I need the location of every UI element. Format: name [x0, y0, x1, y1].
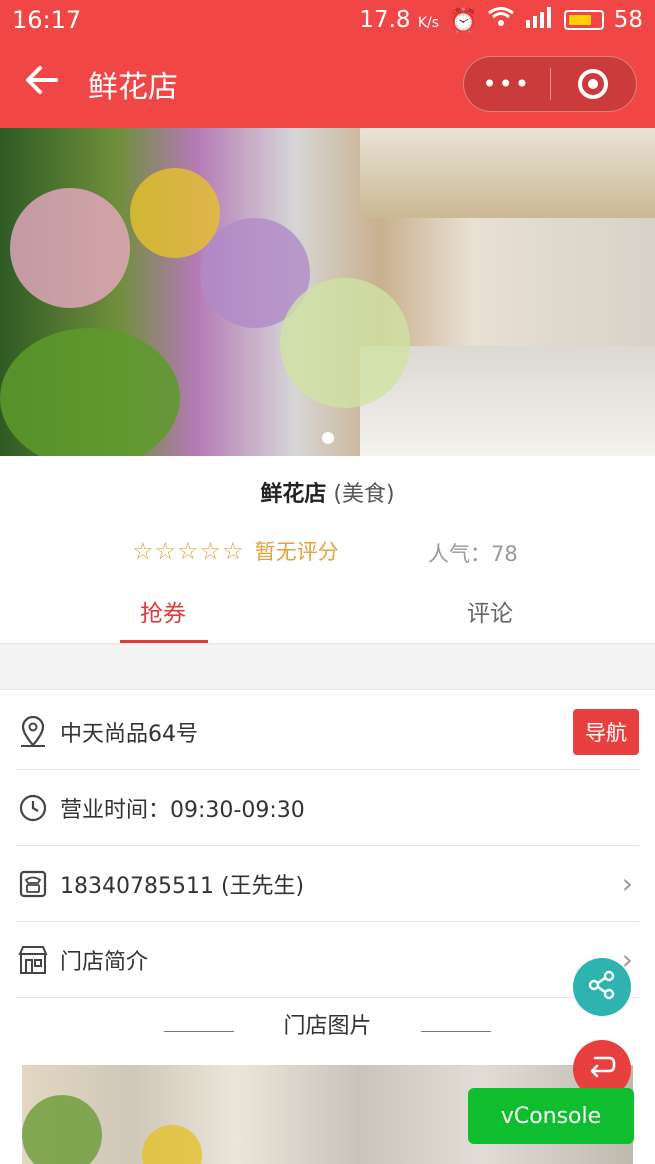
photo-greenery	[22, 1095, 102, 1164]
nav-bar: 鲜花店 •••	[0, 40, 655, 128]
back-arrow-icon[interactable]	[24, 64, 74, 104]
phone-text: 18340785511 (王先生)	[60, 873, 305, 899]
speed-unit: K/s	[417, 15, 440, 31]
navigate-button[interactable]: 导航	[573, 708, 639, 755]
popularity: 人气：78	[428, 542, 518, 566]
address-text: 中天尚品64号	[60, 721, 198, 747]
status-time: 16:17	[12, 6, 82, 34]
close-target-icon[interactable]	[551, 69, 637, 99]
shop-category: (美食)	[333, 482, 395, 507]
status-bar: 16:17 17.8 K/s ⏰ 58	[0, 0, 655, 40]
store-icon	[16, 943, 50, 977]
signal-icon	[524, 6, 554, 34]
section-spacer	[0, 646, 655, 690]
banner-green-flowers	[280, 278, 410, 408]
speed-value: 17.8	[359, 7, 411, 33]
shop-banner[interactable]	[0, 128, 655, 456]
tab-bar: 抢券 评论	[0, 586, 655, 644]
section-title: 门店图片	[283, 1014, 372, 1039]
vconsole-button[interactable]: vConsole	[468, 1088, 634, 1144]
phone-row[interactable]: 18340785511 (王先生) ›	[16, 846, 639, 922]
network-speed: 17.8 K/s	[359, 7, 439, 33]
wifi-icon	[487, 7, 514, 33]
shop-info: 鲜花店 (美食) ☆☆☆☆☆ 暂无评分 人气：78 抢券 评论	[0, 456, 655, 644]
tab-reviews[interactable]: 评论	[467, 594, 513, 628]
shop-name-line: 鲜花店 (美食)	[0, 476, 655, 508]
battery-icon	[563, 10, 604, 30]
rating-stars: ☆☆☆☆☆	[132, 537, 245, 565]
banner-indicator	[0, 432, 655, 444]
mini-program-capsule: •••	[463, 56, 637, 112]
alarm-icon: ⏰	[449, 7, 478, 34]
banner-flowers	[10, 188, 130, 308]
section-line-right	[421, 1031, 491, 1032]
clock-icon	[16, 791, 50, 825]
address-row: 中天尚品64号 导航	[16, 694, 639, 770]
chevron-right-icon: ›	[621, 867, 633, 900]
intro-row[interactable]: 门店简介 ›	[16, 922, 639, 998]
share-icon	[586, 969, 618, 1005]
more-icon[interactable]: •••	[464, 70, 550, 98]
hours-text: 营业时间：09:30-09:30	[60, 797, 305, 823]
shop-name: 鲜花店	[260, 482, 327, 507]
intro-text: 门店简介	[60, 949, 149, 975]
banner-ceiling	[360, 128, 655, 218]
banner-dot	[321, 432, 334, 444]
rating-text: 暂无评分	[254, 540, 339, 564]
status-right: 17.8 K/s ⏰ 58	[359, 6, 643, 34]
hours-row: 营业时间：09:30-09:30	[16, 770, 639, 846]
phone-icon	[16, 867, 50, 901]
photo-sunflowers	[142, 1125, 202, 1164]
return-icon	[587, 1052, 617, 1086]
active-tab-indicator	[120, 640, 208, 643]
rating-row: ☆☆☆☆☆ 暂无评分	[132, 536, 339, 566]
share-button[interactable]	[573, 958, 631, 1016]
battery-level: 58	[613, 7, 643, 33]
tab-coupons[interactable]: 抢券	[140, 594, 186, 628]
location-icon	[16, 715, 50, 749]
